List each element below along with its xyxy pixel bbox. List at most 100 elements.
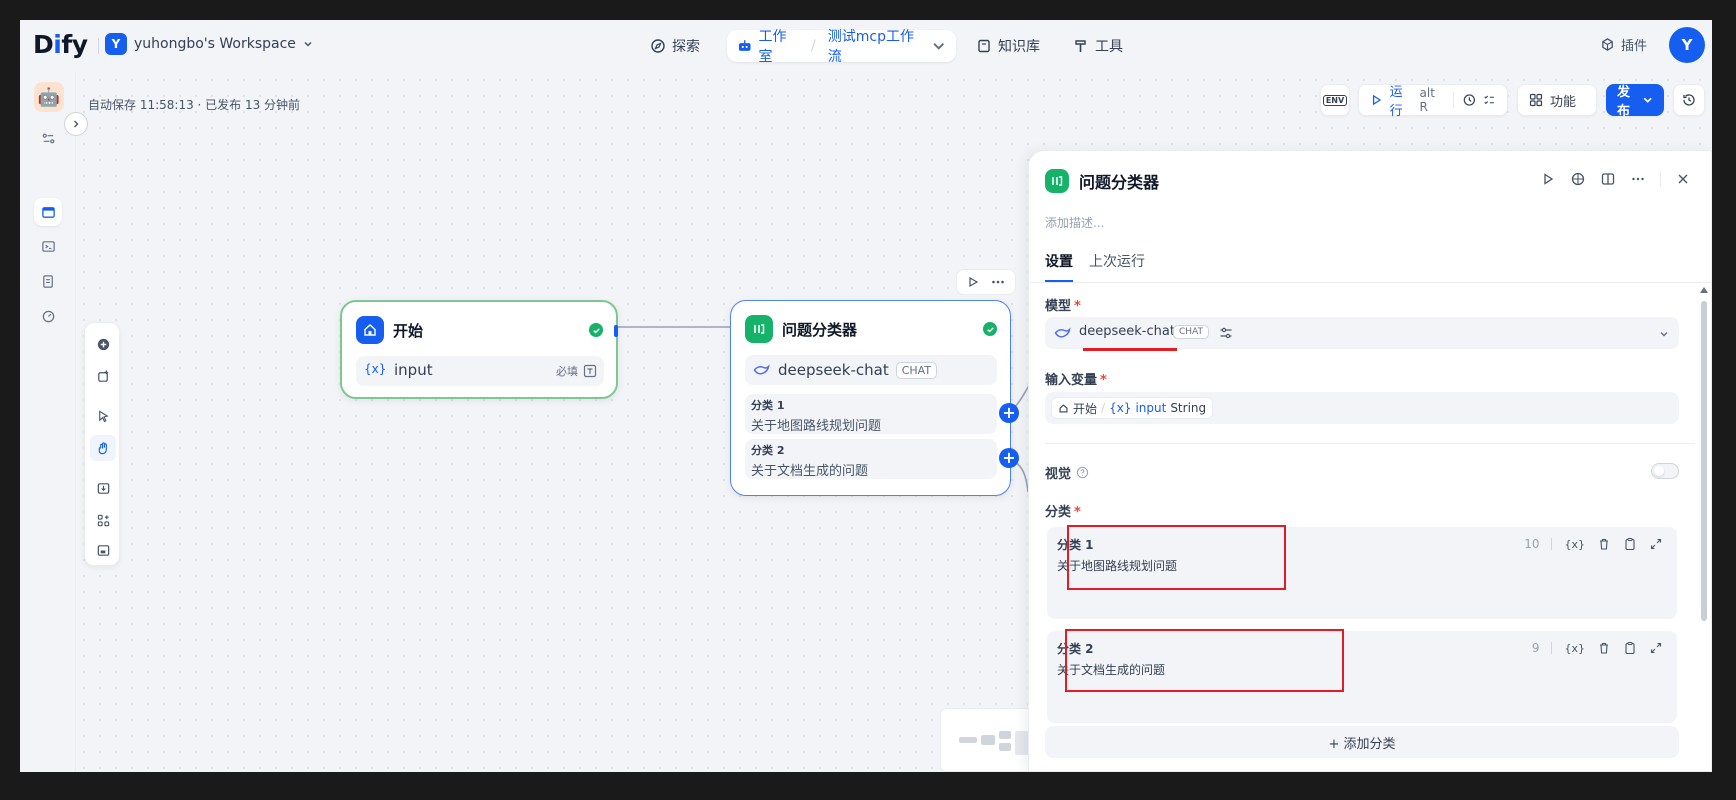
current-app-name[interactable]: 测试mcp工作流 (828, 26, 925, 66)
insert-variable-icon[interactable]: {x} (1564, 538, 1585, 551)
sidebar-item-monitoring[interactable] (34, 302, 62, 330)
panel-scrollbar[interactable] (1700, 285, 1708, 761)
publish-label: 发布 (1617, 85, 1631, 119)
app-settings-icon[interactable] (34, 124, 62, 152)
class-description: 关于地图路线规划问题 (751, 419, 882, 434)
run-label[interactable]: 运行 (1390, 81, 1414, 119)
history-run-icon[interactable] (1462, 92, 1477, 108)
document-icon (42, 274, 53, 288)
nav-tools[interactable]: 工具 (1063, 30, 1133, 62)
publish-button[interactable]: 发布 (1606, 84, 1664, 119)
variable-icon: {x} (364, 362, 387, 376)
class-item: 分类 1 关于地图路线规划问题 (745, 394, 997, 434)
plugins-label: 插件 (1621, 39, 1648, 54)
add-next-node-class2-button[interactable]: + (999, 448, 1019, 468)
start-output-handle[interactable] (614, 325, 618, 337)
tab-last-run[interactable]: 上次运行 (1089, 251, 1145, 282)
user-avatar[interactable]: Y (1669, 27, 1705, 63)
start-node-header: 开始 (356, 316, 423, 344)
start-node[interactable]: 开始 {x} input 必填 (340, 300, 618, 399)
app-window: Dify Y yuhongbo's Workspace 探索 工作室 / 测试m… (20, 20, 1712, 772)
chevron-down-icon (932, 42, 944, 50)
nav-studio[interactable]: 工作室 / 测试mcp工作流 (727, 29, 956, 65)
panel-header: 问题分类器 (1045, 169, 1159, 193)
canvas-toolbar (84, 322, 120, 566)
export-image-icon[interactable] (90, 475, 116, 501)
minimap[interactable] (940, 708, 1040, 772)
char-count: 10 (1524, 537, 1540, 551)
expand-icon[interactable] (1649, 537, 1663, 551)
app-icon[interactable]: 🤖 (34, 82, 64, 112)
cube-icon (1602, 38, 1613, 51)
copy-icon[interactable] (1623, 641, 1637, 655)
app-sidebar: 🤖 (20, 72, 76, 772)
hand-icon[interactable] (90, 435, 116, 461)
compass-icon (651, 39, 665, 53)
delete-icon[interactable] (1597, 641, 1611, 655)
class-actions: 10 {x} (1524, 537, 1663, 551)
tab-settings[interactable]: 设置 (1045, 251, 1073, 282)
description-input[interactable]: 添加描述... (1045, 214, 1104, 231)
nav-knowledge[interactable]: 知识库 (966, 30, 1050, 62)
env-button[interactable]: ENV (1320, 84, 1350, 116)
node-settings-panel: 问题分类器 添加描述... 设置 上次运行 模型 * deepseek-chat … (1028, 150, 1712, 772)
dify-logo[interactable]: Dify (33, 30, 88, 59)
add-class-label: + 添加分类 (1328, 736, 1396, 752)
divider (1551, 538, 1553, 550)
organize-blocks-icon[interactable] (90, 507, 116, 533)
model-label: 模型 * (1045, 299, 1081, 314)
play-icon[interactable] (967, 276, 979, 288)
input-variable-selector[interactable]: 开始 / {x} input String (1045, 392, 1679, 424)
panel-actions (1540, 171, 1691, 187)
sidebar-item-api[interactable] (34, 232, 62, 260)
delete-icon[interactable] (1597, 537, 1611, 551)
divider (1551, 642, 1553, 654)
more-icon[interactable] (1630, 171, 1646, 187)
vision-toggle[interactable] (1651, 463, 1679, 479)
close-icon[interactable] (1675, 171, 1691, 187)
start-input-var: {x} input 必填 (356, 356, 604, 386)
split-view-icon[interactable] (1600, 171, 1616, 187)
model-params-icon[interactable] (1219, 326, 1233, 340)
start-node-title: 开始 (393, 321, 424, 340)
deepseek-whale-icon (1054, 327, 1071, 338)
version-history-button[interactable] (1673, 84, 1705, 116)
checklist-icon[interactable] (1482, 92, 1497, 108)
sidebar-item-logs[interactable] (34, 267, 62, 295)
help-icon[interactable] (1076, 466, 1089, 479)
sidebar-item-orchestrate[interactable] (34, 198, 62, 226)
add-node-icon[interactable] (90, 331, 116, 357)
add-class-button[interactable]: + 添加分类 (1045, 726, 1679, 758)
classifier-node-title: 问题分类器 (782, 320, 858, 339)
plugins-button[interactable]: 插件 (1600, 35, 1647, 54)
expand-icon[interactable] (1649, 641, 1663, 655)
variable-type: String (1170, 401, 1207, 415)
autosave-status: 自动保存 11:58:13 · 已发布 13 分钟前 (88, 98, 301, 112)
minimap-toggle-icon[interactable] (90, 537, 116, 563)
nav-explore[interactable]: 探索 (640, 30, 710, 62)
insert-variable-icon[interactable]: {x} (1564, 642, 1585, 655)
scroll-up-arrow[interactable] (1700, 287, 1708, 293)
input-variable-label: 输入变量 * (1045, 373, 1107, 388)
model-selector[interactable]: deepseek-chat CHAT (1045, 317, 1679, 349)
chevron-down-icon (304, 41, 312, 47)
features-button[interactable]: 功能 (1517, 84, 1597, 116)
workspace-switcher[interactable]: Y yuhongbo's Workspace (105, 33, 313, 55)
more-icon[interactable] (991, 276, 1005, 288)
copy-icon[interactable] (1623, 537, 1637, 551)
annotation-box (1067, 525, 1286, 590)
add-note-icon[interactable] (90, 363, 116, 389)
panel-title[interactable]: 问题分类器 (1079, 169, 1159, 193)
help-link-icon[interactable] (1570, 171, 1586, 187)
pointer-icon[interactable] (90, 403, 116, 429)
play-icon[interactable] (1369, 92, 1384, 108)
text-type-icon (583, 364, 597, 378)
model-type-badge: CHAT (1173, 325, 1210, 339)
question-classifier-node[interactable]: 问题分类器 deepseek-chat CHAT 分类 1 关于地图路线规划问题… (730, 300, 1011, 496)
chevron-down-icon (1643, 97, 1652, 103)
add-next-node-class1-button[interactable]: + (999, 403, 1019, 423)
scroll-thumb[interactable] (1701, 301, 1707, 621)
expand-sidebar-button[interactable] (64, 112, 88, 136)
play-icon[interactable] (1540, 171, 1556, 187)
terminal-icon (41, 240, 55, 252)
